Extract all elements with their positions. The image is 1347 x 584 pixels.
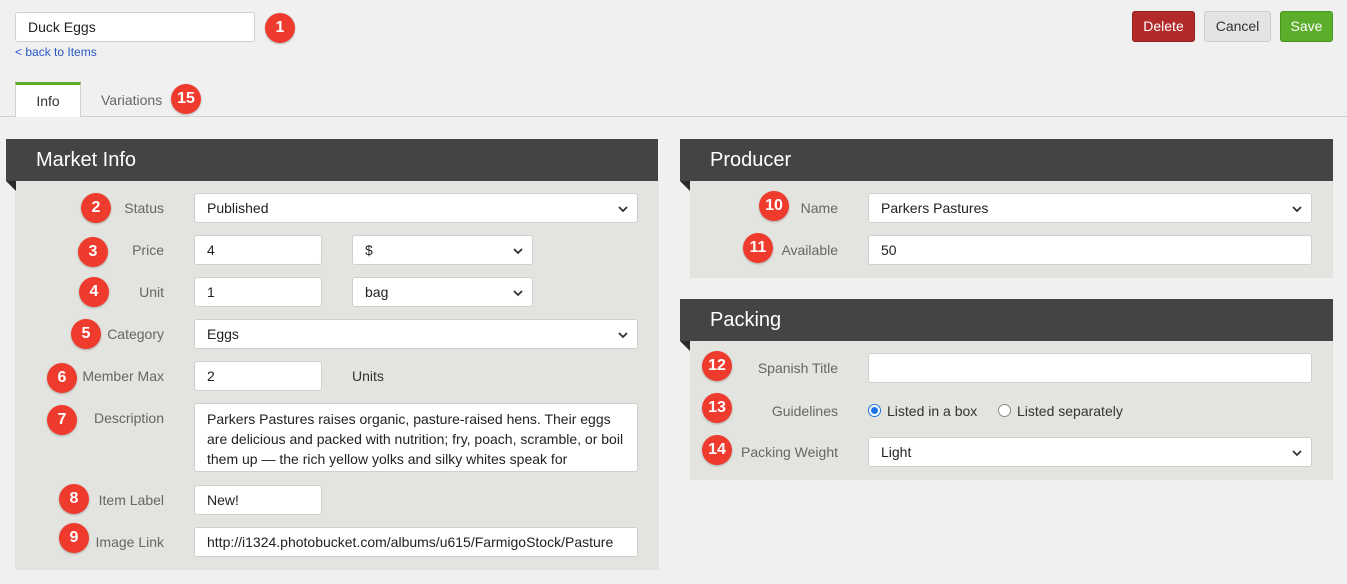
status-label: Status bbox=[124, 200, 164, 216]
producer-name-value: Parkers Pastures bbox=[881, 200, 989, 216]
packing-weight-select[interactable]: Light bbox=[868, 437, 1312, 467]
chevron-down-icon bbox=[513, 290, 523, 297]
annotation-badge-1: 1 bbox=[265, 13, 295, 43]
guidelines-label: Guidelines bbox=[771, 403, 838, 419]
price-input[interactable]: 4 bbox=[194, 235, 322, 265]
guidelines-radio-separate[interactable] bbox=[998, 404, 1011, 417]
back-to-items-link[interactable]: < back to Items bbox=[15, 45, 97, 59]
description-label: Description bbox=[93, 410, 164, 426]
producer-header: Producer bbox=[680, 139, 1333, 181]
tab-info-label: Info bbox=[36, 93, 60, 109]
unit-type-value: bag bbox=[365, 284, 389, 300]
annotation-badge-12: 12 bbox=[702, 351, 732, 381]
delete-button[interactable]: Delete bbox=[1132, 11, 1195, 42]
annotation-badge-4: 4 bbox=[79, 277, 109, 307]
member-max-input[interactable]: 2 bbox=[194, 361, 322, 391]
image-link-label: Image Link bbox=[95, 534, 164, 550]
market-info-header: Market Info bbox=[6, 139, 658, 181]
category-select[interactable]: Eggs bbox=[194, 319, 638, 349]
unit-label: Unit bbox=[139, 284, 164, 300]
status-select[interactable]: Published bbox=[194, 193, 638, 223]
annotation-badge-11: 11 bbox=[743, 233, 773, 263]
producer-name-select[interactable]: Parkers Pastures bbox=[868, 193, 1312, 223]
producer-fold bbox=[680, 181, 690, 191]
unit-type-select[interactable]: bag bbox=[352, 277, 533, 307]
annotation-badge-15: 15 bbox=[171, 84, 201, 114]
status-value: Published bbox=[207, 200, 269, 216]
cancel-button[interactable]: Cancel bbox=[1204, 11, 1271, 42]
available-input[interactable]: 50 bbox=[868, 235, 1312, 265]
chevron-down-icon bbox=[1292, 206, 1302, 213]
chevron-down-icon bbox=[1292, 450, 1302, 457]
guidelines-option-box-label[interactable]: Listed in a box bbox=[887, 403, 977, 419]
annotation-badge-13: 13 bbox=[702, 393, 732, 423]
tab-variations[interactable]: Variations bbox=[101, 92, 162, 108]
spanish-title-label: Spanish Title bbox=[757, 360, 838, 376]
spanish-title-input[interactable] bbox=[868, 353, 1312, 383]
member-max-units-text: Units bbox=[352, 368, 384, 384]
tab-info[interactable]: Info bbox=[15, 82, 81, 117]
image-link-input[interactable]: http://i1324.photobucket.com/albums/u615… bbox=[194, 527, 638, 557]
item-label-input[interactable]: New! bbox=[194, 485, 322, 515]
packing-weight-value: Light bbox=[881, 444, 912, 460]
annotation-badge-9: 9 bbox=[59, 523, 89, 553]
annotation-badge-2: 2 bbox=[81, 193, 111, 223]
category-label: Category bbox=[107, 326, 164, 342]
annotation-badge-14: 14 bbox=[702, 435, 732, 465]
annotation-badge-7: 7 bbox=[47, 405, 77, 435]
annotation-badge-10: 10 bbox=[759, 191, 789, 221]
available-label: Available bbox=[781, 242, 838, 258]
annotation-badge-3: 3 bbox=[78, 237, 108, 267]
guidelines-radio-box[interactable] bbox=[868, 404, 881, 417]
unit-quantity-input[interactable]: 1 bbox=[194, 277, 322, 307]
category-value: Eggs bbox=[207, 326, 239, 342]
packing-header: Packing bbox=[680, 299, 1333, 341]
tab-bar-divider bbox=[0, 116, 1347, 117]
chevron-down-icon bbox=[618, 206, 628, 213]
currency-value: $ bbox=[365, 242, 373, 258]
item-name-input[interactable]: Duck Eggs bbox=[15, 12, 255, 42]
chevron-down-icon bbox=[513, 248, 523, 255]
annotation-badge-5: 5 bbox=[71, 319, 101, 349]
save-button[interactable]: Save bbox=[1280, 11, 1333, 42]
chevron-down-icon bbox=[618, 332, 628, 339]
currency-select[interactable]: $ bbox=[352, 235, 533, 265]
market-info-fold bbox=[6, 181, 16, 191]
packing-fold bbox=[680, 341, 690, 351]
guidelines-option-separate-label[interactable]: Listed separately bbox=[1017, 403, 1123, 419]
producer-name-label: Name bbox=[800, 200, 838, 216]
member-max-label: Member Max bbox=[82, 368, 164, 384]
description-textarea[interactable]: Parkers Pastures raises organic, pasture… bbox=[194, 403, 638, 472]
annotation-badge-6: 6 bbox=[47, 363, 77, 393]
packing-weight-label: Packing Weight bbox=[740, 444, 838, 460]
annotation-badge-8: 8 bbox=[59, 484, 89, 514]
item-label-label: Item Label bbox=[98, 492, 164, 508]
price-label: Price bbox=[132, 242, 164, 258]
